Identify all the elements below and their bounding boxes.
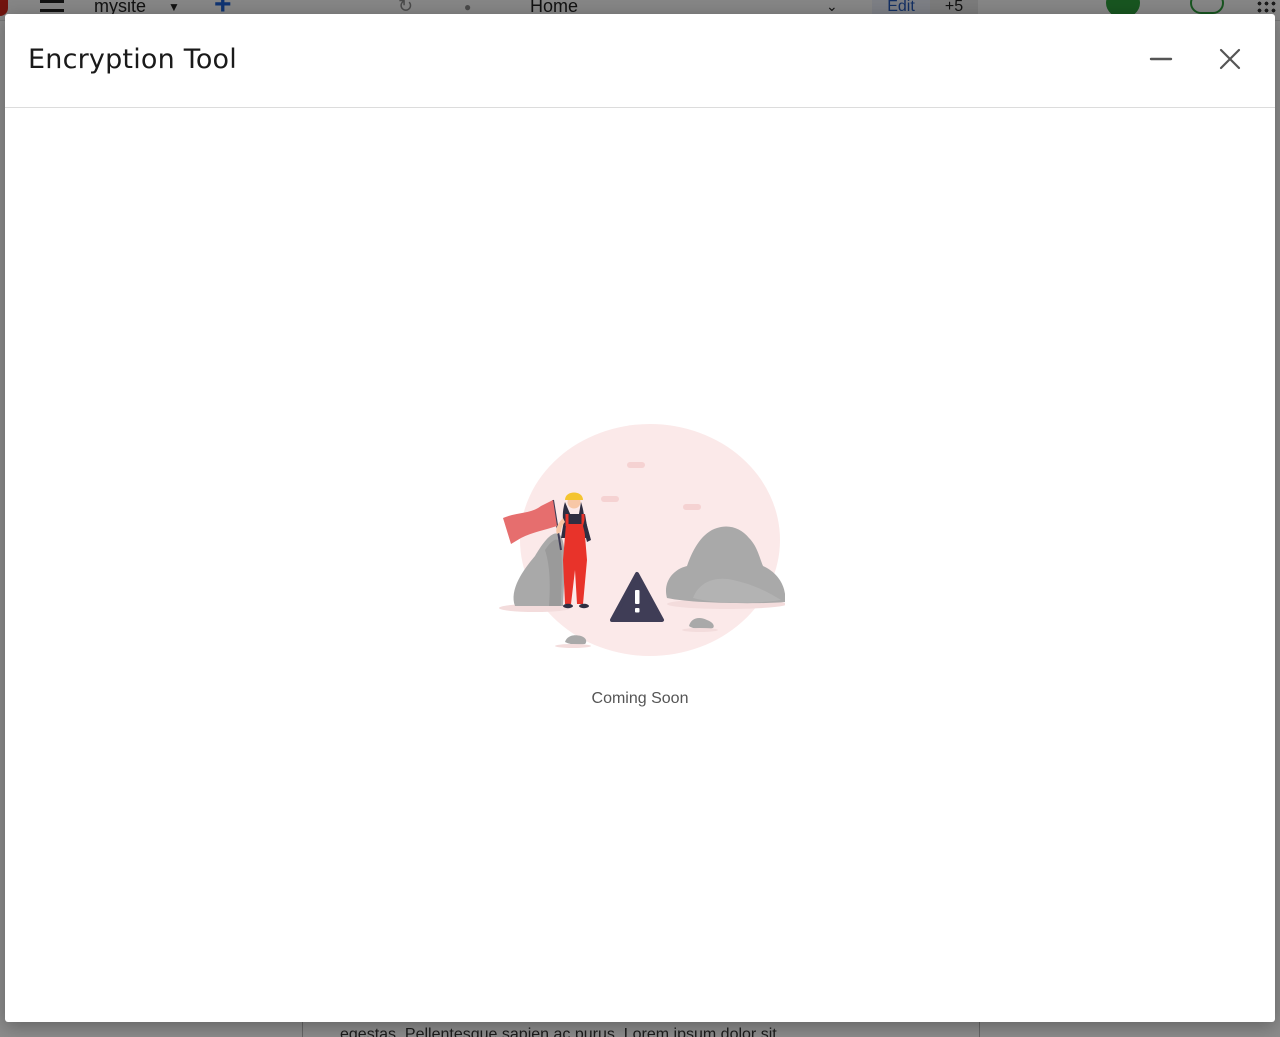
- dash-decoration: [683, 504, 701, 510]
- dash-decoration: [601, 496, 619, 502]
- warning-exclamation-dot: [635, 608, 640, 613]
- shoe: [563, 603, 573, 609]
- dialog-body: Coming Soon: [5, 108, 1275, 1022]
- dash-decoration: [627, 462, 645, 468]
- under-construction-illustration: [499, 424, 785, 656]
- coming-soon-label: Coming Soon: [591, 690, 689, 707]
- ground-shadow: [682, 628, 718, 632]
- dialog-header: Encryption Tool: [5, 14, 1275, 108]
- warning-exclamation: [635, 590, 640, 604]
- minimize-button[interactable]: [1144, 42, 1178, 76]
- dialog-title: Encryption Tool: [28, 44, 237, 75]
- minimize-icon: [1149, 57, 1173, 61]
- close-icon: [1219, 48, 1241, 70]
- ground-shadow: [555, 644, 591, 648]
- close-button[interactable]: [1213, 42, 1247, 76]
- shoe: [579, 603, 589, 609]
- encryption-tool-dialog: Encryption Tool Coming Soon: [5, 14, 1275, 1022]
